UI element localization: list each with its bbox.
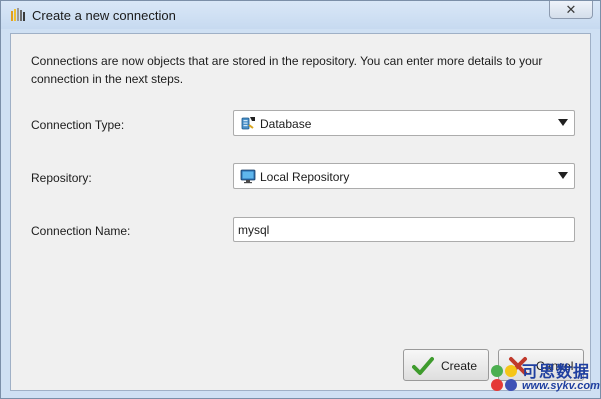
connection-type-label: Connection Type: [31,118,125,132]
app-icon [11,8,25,21]
connection-type-value: Database [260,117,312,131]
repository-select[interactable]: Local Repository [233,163,575,189]
connection-name-input[interactable] [233,217,575,242]
create-button[interactable]: Create [403,349,489,381]
chevron-down-icon [558,172,568,179]
repository-label: Repository: [31,171,92,185]
monitor-icon [240,169,256,184]
database-icon [241,117,255,130]
window-title: Create a new connection [32,8,176,23]
connection-name-label: Connection Name: [31,224,131,238]
watermark-logo: 可思数据 www.sykv.com [488,358,600,396]
dialog-window: Create a new connection ✕ Connections ar… [0,0,601,399]
close-icon: ✕ [565,2,577,17]
watermark-dots-icon [491,365,517,391]
repository-value: Local Repository [260,170,350,184]
chevron-down-icon [558,119,568,126]
dialog-body: Connections are now objects that are sto… [10,33,591,391]
create-button-label: Create [441,359,478,373]
watermark-text: 可思数据 [522,364,591,381]
close-button[interactable]: ✕ [549,1,593,19]
title-bar[interactable]: Create a new connection ✕ [1,1,600,29]
watermark-url: www.sykv.com [522,380,600,392]
checkmark-icon [412,357,434,375]
connection-type-select[interactable]: Database [233,110,575,136]
intro-text: Connections are now objects that are sto… [31,54,543,86]
